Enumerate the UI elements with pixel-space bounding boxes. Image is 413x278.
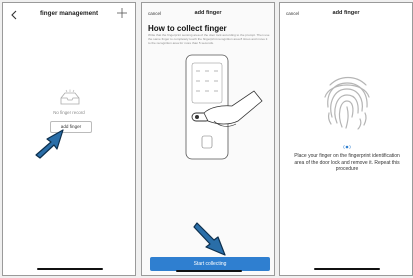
home-indicator — [314, 268, 380, 270]
fingerprint-icon — [324, 76, 370, 130]
home-indicator — [176, 270, 242, 272]
finger-management-screen: finger management No finger record add f… — [2, 2, 136, 276]
pointer-arrow-icon — [35, 129, 64, 159]
signal-icon — [343, 144, 351, 150]
home-indicator — [37, 268, 103, 270]
add-finger-scan-screen: cancel add finger Place your finger on t… — [279, 2, 413, 276]
page-title: add finger — [332, 10, 360, 16]
pointer-arrow-icon — [193, 222, 226, 256]
door-lock-illustration — [185, 54, 263, 160]
empty-state-text: No finger record — [53, 110, 85, 115]
plus-icon[interactable] — [115, 6, 129, 20]
instruction-text: Place your finger on the fingerprint ide… — [294, 153, 400, 173]
page-title: add finger — [194, 10, 222, 16]
instruction-text: Write that the fingerprint sensing area … — [148, 33, 270, 45]
empty-inbox-icon — [60, 89, 80, 105]
section-heading: How to collect finger — [148, 24, 227, 33]
how-to-collect-screen: cancel add finger How to collect finger … — [141, 2, 275, 276]
start-collecting-button[interactable]: Start collecting — [150, 257, 270, 271]
